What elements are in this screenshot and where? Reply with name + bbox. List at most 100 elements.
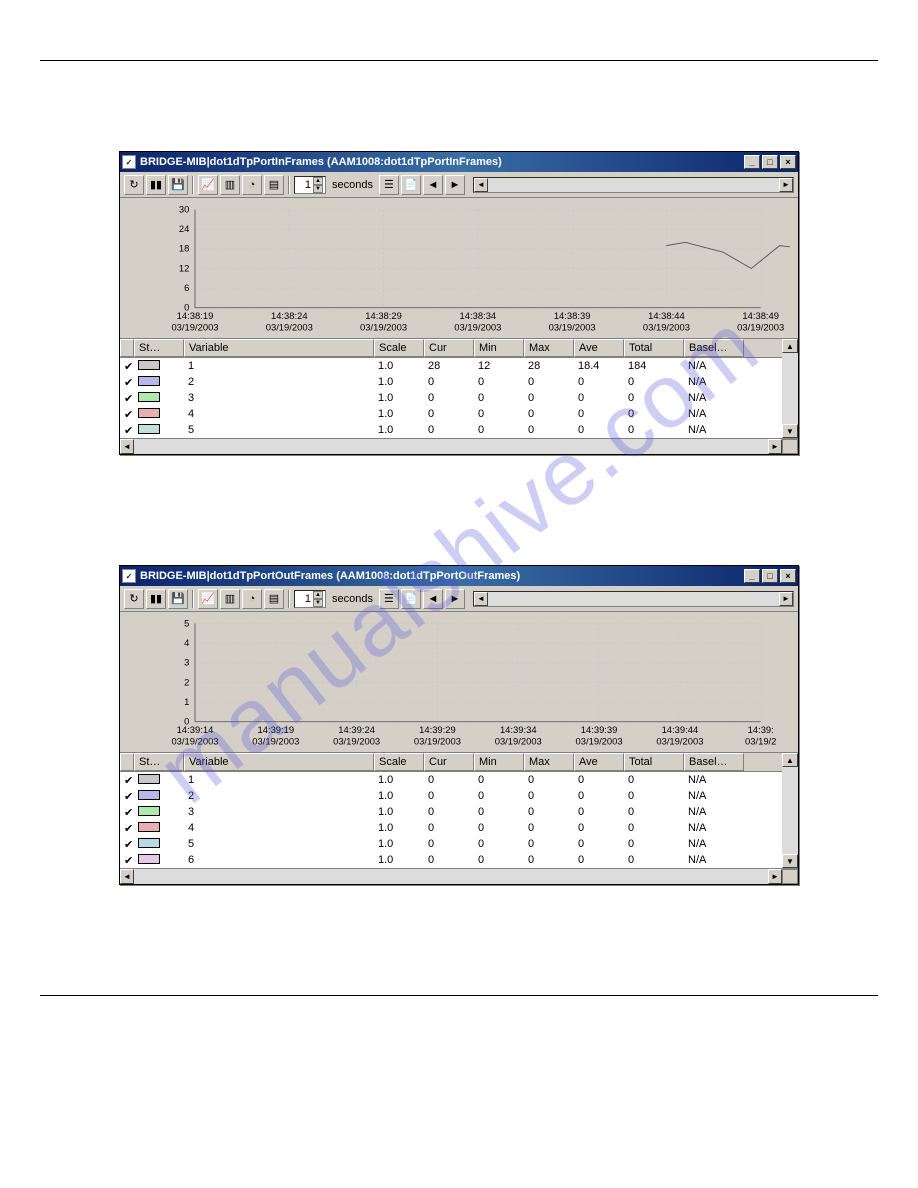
histogram-icon[interactable]: ▤	[264, 175, 284, 195]
table-row[interactable]: ✔11.000000N/A	[120, 772, 782, 788]
nav-back-icon[interactable]: ◄	[423, 175, 443, 195]
col-header-ave[interactable]: Ave	[574, 753, 624, 771]
scroll-up-icon[interactable]: ▲	[782, 339, 798, 353]
min-cell: 0	[474, 392, 524, 404]
baseline-cell: N/A	[684, 790, 744, 802]
cur-cell: 0	[424, 774, 474, 786]
pie-chart-icon[interactable]: ◔	[242, 175, 262, 195]
table-row[interactable]: ✔51.000000N/A	[120, 422, 782, 438]
scroll-left-icon[interactable]: ◄	[120, 869, 134, 884]
copy-icon[interactable]: 📄	[401, 175, 421, 195]
scroll-right-icon[interactable]: ►	[779, 178, 793, 192]
scroll-right-icon[interactable]: ►	[779, 592, 793, 606]
col-header-total[interactable]: Total	[624, 753, 684, 771]
col-header-chk[interactable]	[120, 339, 134, 357]
pause-icon[interactable]: ▮▮	[146, 175, 166, 195]
bar-chart-icon[interactable]: ▥	[220, 175, 240, 195]
scroll-up-icon[interactable]: ▲	[782, 753, 798, 767]
refresh-icon[interactable]: ↻	[124, 175, 144, 195]
bar-chart-icon[interactable]: ▥	[220, 589, 240, 609]
scroll-right-icon[interactable]: ►	[768, 869, 782, 884]
table-row[interactable]: ✔21.000000N/A	[120, 788, 782, 804]
scroll-left-icon[interactable]: ◄	[474, 178, 488, 192]
max-cell: 28	[524, 360, 574, 372]
scroll-down-icon[interactable]: ▼	[782, 854, 798, 868]
spinner-up-icon[interactable]: ▲	[313, 177, 323, 185]
col-header-max[interactable]: Max	[524, 753, 574, 771]
checkbox-icon: ✔	[120, 360, 134, 373]
spinner-down-icon[interactable]: ▼	[313, 599, 323, 607]
interval-spinner[interactable]: 1▲▼	[294, 590, 326, 608]
col-header-style[interactable]: St…	[134, 753, 184, 771]
col-header-baseline[interactable]: Basel…	[684, 753, 744, 771]
spinner-down-icon[interactable]: ▼	[313, 185, 323, 193]
col-header-chk[interactable]	[120, 753, 134, 771]
list-icon[interactable]: ☰	[379, 175, 399, 195]
scroll-down-icon[interactable]: ▼	[782, 424, 798, 438]
min-cell: 0	[474, 806, 524, 818]
toolbar-scrollbar[interactable]: ◄►	[473, 591, 794, 607]
col-header-variable[interactable]: Variable	[184, 339, 374, 357]
baseline-cell: N/A	[684, 376, 744, 388]
resize-grip[interactable]	[782, 869, 798, 884]
table-vscroll[interactable]: ▲▼	[782, 339, 798, 438]
scale-cell: 1.0	[374, 424, 424, 436]
page-divider-top	[40, 60, 878, 61]
spinner-up-icon[interactable]: ▲	[313, 591, 323, 599]
col-header-baseline[interactable]: Basel…	[684, 339, 744, 357]
save-icon[interactable]: 💾	[168, 175, 188, 195]
maximize-button[interactable]: □	[762, 155, 778, 169]
list-icon[interactable]: ☰	[379, 589, 399, 609]
copy-icon[interactable]: 📄	[401, 589, 421, 609]
col-header-max[interactable]: Max	[524, 339, 574, 357]
pie-chart-icon[interactable]: ◔	[242, 589, 262, 609]
table-row[interactable]: ✔11.028122818.4184N/A	[120, 358, 782, 374]
maximize-button[interactable]: □	[762, 569, 778, 583]
col-header-cur[interactable]: Cur	[424, 753, 474, 771]
col-header-variable[interactable]: Variable	[184, 753, 374, 771]
table-row[interactable]: ✔41.000000N/A	[120, 406, 782, 422]
save-icon[interactable]: 💾	[168, 589, 188, 609]
scroll-left-icon[interactable]: ◄	[120, 439, 134, 454]
toolbar-scrollbar[interactable]: ◄►	[473, 177, 794, 193]
nav-fwd-icon[interactable]: ►	[445, 589, 465, 609]
table-row[interactable]: ✔21.000000N/A	[120, 374, 782, 390]
scroll-right-icon[interactable]: ►	[768, 439, 782, 454]
minimize-button[interactable]: _	[744, 569, 760, 583]
series-swatch	[134, 790, 184, 803]
interval-spinner[interactable]: 1▲▼	[294, 176, 326, 194]
col-header-total[interactable]: Total	[624, 339, 684, 357]
col-header-scale[interactable]: Scale	[374, 753, 424, 771]
scroll-left-icon[interactable]: ◄	[474, 592, 488, 606]
close-button[interactable]: ×	[780, 155, 796, 169]
table-row[interactable]: ✔31.000000N/A	[120, 390, 782, 406]
table-row[interactable]: ✔51.000000N/A	[120, 836, 782, 852]
nav-fwd-icon[interactable]: ►	[445, 175, 465, 195]
window-hscroll[interactable]: ◄►	[120, 868, 798, 884]
resize-grip[interactable]	[782, 439, 798, 454]
line-chart-icon[interactable]: 📈	[198, 175, 218, 195]
col-header-min[interactable]: Min	[474, 339, 524, 357]
window-hscroll[interactable]: ◄►	[120, 438, 798, 454]
close-button[interactable]: ×	[780, 569, 796, 583]
table-row[interactable]: ✔61.000000N/A	[120, 852, 782, 868]
col-header-style[interactable]: St…	[134, 339, 184, 357]
col-header-cur[interactable]: Cur	[424, 339, 474, 357]
titlebar[interactable]: ✓BRIDGE-MIB|dot1dTpPortOutFrames (AAM100…	[120, 566, 798, 586]
minimize-button[interactable]: _	[744, 155, 760, 169]
table-row[interactable]: ✔41.000000N/A	[120, 820, 782, 836]
pause-icon[interactable]: ▮▮	[146, 589, 166, 609]
line-chart-icon[interactable]: 📈	[198, 589, 218, 609]
min-cell: 0	[474, 854, 524, 866]
baseline-cell: N/A	[684, 806, 744, 818]
histogram-icon[interactable]: ▤	[264, 589, 284, 609]
col-header-min[interactable]: Min	[474, 753, 524, 771]
nav-back-icon[interactable]: ◄	[423, 589, 443, 609]
checkbox-icon: ✔	[120, 854, 134, 867]
table-vscroll[interactable]: ▲▼	[782, 753, 798, 868]
col-header-scale[interactable]: Scale	[374, 339, 424, 357]
refresh-icon[interactable]: ↻	[124, 589, 144, 609]
col-header-ave[interactable]: Ave	[574, 339, 624, 357]
table-row[interactable]: ✔31.000000N/A	[120, 804, 782, 820]
titlebar[interactable]: ✓BRIDGE-MIB|dot1dTpPortInFrames (AAM1008…	[120, 152, 798, 172]
